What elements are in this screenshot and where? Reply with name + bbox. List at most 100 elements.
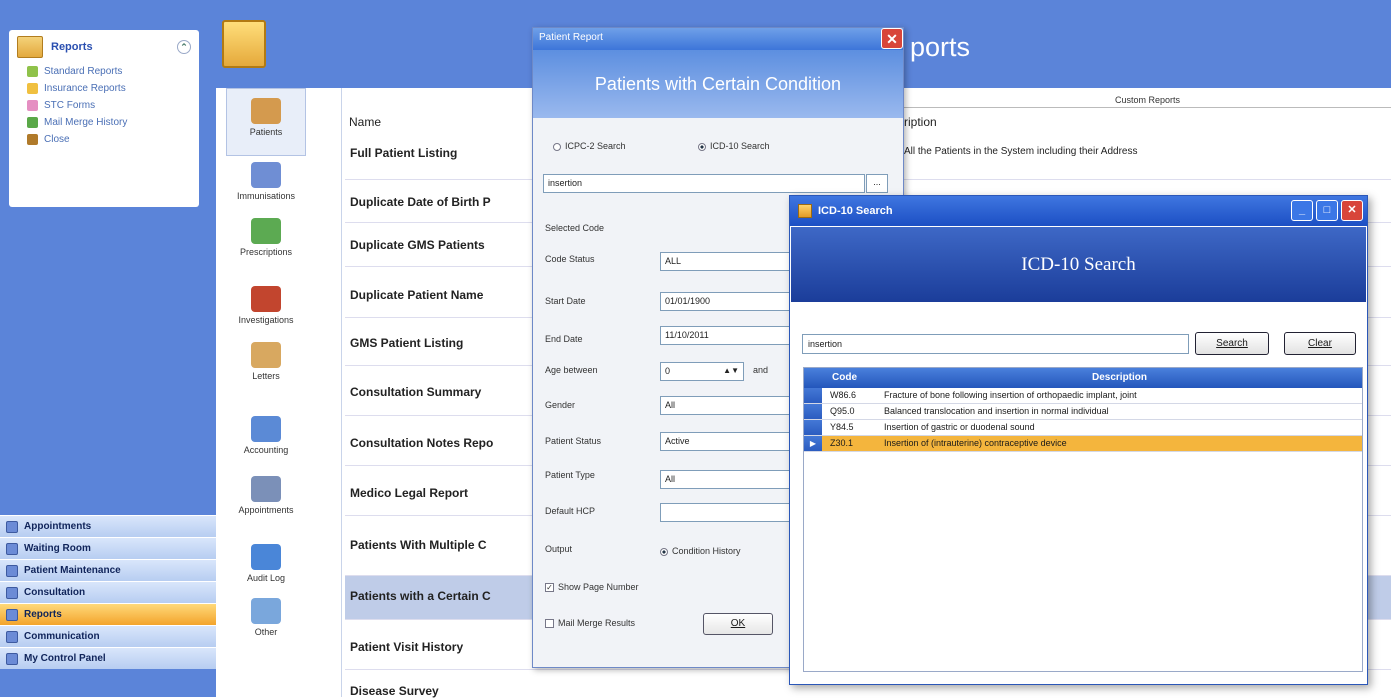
- category-label: Prescriptions: [239, 247, 293, 257]
- nav-patient-maintenance[interactable]: Patient Maintenance: [0, 559, 216, 581]
- collapse-icon[interactable]: ⌃: [177, 39, 191, 54]
- category-label: Immunisations: [236, 191, 296, 201]
- category-patients[interactable]: Patients: [226, 98, 306, 137]
- radio-icd10[interactable]: ICD-10 Search: [698, 141, 770, 151]
- standard-reports-icon: [27, 66, 38, 77]
- column-header-description[interactable]: Description: [1092, 372, 1147, 383]
- gender-select[interactable]: All: [660, 396, 790, 415]
- row-name: Consultation Summary: [350, 385, 482, 399]
- category-investigations[interactable]: Investigations: [226, 286, 306, 325]
- dialog-title: Patient Report: [539, 32, 603, 43]
- nav-my-control-panel[interactable]: My Control Panel: [0, 647, 216, 669]
- radio-icpc2[interactable]: ICPC-2 Search: [553, 141, 626, 151]
- output-condition-history-radio[interactable]: Condition History: [660, 546, 741, 556]
- category-appointments[interactable]: Appointments: [226, 476, 306, 515]
- checkbox-icon: [545, 619, 554, 629]
- category-other[interactable]: Other: [226, 598, 306, 637]
- row-selector[interactable]: [804, 420, 822, 435]
- communication-icon: [6, 630, 18, 643]
- waiting-room-icon: [6, 542, 18, 555]
- nav-waiting-room[interactable]: Waiting Room: [0, 537, 216, 559]
- grid-row[interactable]: Y84.5 Insertion of gastric or duodenal so…: [804, 420, 1362, 436]
- column-header-description[interactable]: ription: [904, 115, 937, 129]
- row-code: Y84.5: [830, 422, 854, 432]
- category-audit-log[interactable]: Audit Log: [226, 544, 306, 583]
- code-status-label: Code Status: [545, 254, 595, 264]
- default-hcp-label: Default HCP: [545, 506, 596, 516]
- category-letters[interactable]: Letters: [226, 342, 306, 381]
- nav-communication[interactable]: Communication: [0, 625, 216, 647]
- row-selector[interactable]: [804, 404, 822, 419]
- nav-consultation[interactable]: Consultation: [0, 581, 216, 603]
- dialog-title: ICD-10 Search: [818, 205, 893, 217]
- column-header-name[interactable]: Name: [349, 115, 381, 129]
- nav-appointments[interactable]: Appointments: [0, 515, 216, 537]
- panel-item-insurance-reports[interactable]: Insurance Reports: [9, 80, 199, 97]
- patients-icon: [251, 98, 281, 124]
- checkbox-label: Mail Merge Results: [558, 618, 636, 628]
- column-header-code[interactable]: Code: [832, 372, 857, 383]
- icd-search-input[interactable]: insertion: [802, 334, 1189, 354]
- grid-row-selected[interactable]: ▶ Z30.1 Insertion of (intrauterine) contra…: [804, 436, 1362, 452]
- icd10-titlebar[interactable]: ICD-10 Search _ □ ✕: [790, 196, 1367, 226]
- category-label: Patients: [249, 127, 283, 137]
- patient-type-select[interactable]: All: [660, 470, 790, 489]
- end-date-field[interactable]: 11/10/2011: [660, 326, 790, 345]
- maximize-icon[interactable]: □: [1316, 200, 1338, 221]
- patient-report-titlebar[interactable]: Patient Report ✕: [533, 28, 903, 50]
- check-mark-icon: [251, 544, 281, 570]
- row-selector[interactable]: [804, 388, 822, 403]
- mail-merge-checkbox[interactable]: Mail Merge Results: [545, 618, 636, 629]
- patient-status-select[interactable]: Active: [660, 432, 790, 451]
- close-icon[interactable]: ✕: [881, 28, 903, 49]
- stepper-arrows-icon[interactable]: ▲▼: [723, 366, 739, 375]
- row-description: Fracture of bone following insertion of …: [884, 390, 1137, 400]
- category-prescriptions[interactable]: Prescriptions: [226, 218, 306, 257]
- investigations-icon: [251, 286, 281, 312]
- code-status-select[interactable]: ALL: [660, 252, 790, 271]
- icd10-search-dialog: ICD-10 Search _ □ ✕ ICD-10 Search insert…: [789, 195, 1368, 685]
- panel-item-label: Standard Reports: [44, 66, 123, 77]
- age-from-stepper[interactable]: 0 ▲▼: [660, 362, 744, 381]
- icd-results-grid: Code Description W86.6 Fracture of bone f…: [803, 367, 1363, 672]
- panel-item-label: Insurance Reports: [44, 83, 126, 94]
- condition-search-input[interactable]: insertion: [543, 174, 865, 193]
- current-row-arrow-icon[interactable]: ▶: [804, 436, 822, 451]
- category-immunisations[interactable]: Immunisations: [226, 162, 306, 201]
- show-page-number-checkbox[interactable]: ✓ Show Page Number: [545, 582, 639, 593]
- panel-item-standard-reports[interactable]: Standard Reports: [9, 63, 199, 80]
- clear-button[interactable]: Clear: [1284, 332, 1356, 355]
- row-description: All the Patients in the System including…: [904, 146, 1138, 157]
- nav-reports[interactable]: Reports: [0, 603, 216, 625]
- grid-row[interactable]: Q95.0 Balanced translocation and insertio…: [804, 404, 1362, 420]
- category-accounting[interactable]: Accounting: [226, 416, 306, 455]
- grid-row[interactable]: W86.6 Fracture of bone following insertio…: [804, 388, 1362, 404]
- row-code: W86.6: [830, 390, 857, 400]
- category-label: Other: [254, 627, 278, 637]
- start-date-field[interactable]: 01/01/1900: [660, 292, 790, 311]
- nav-label: Waiting Room: [24, 543, 91, 554]
- radio-icon: [553, 142, 561, 151]
- prescription-icon: [251, 218, 281, 244]
- consultation-icon: [6, 586, 18, 599]
- search-button[interactable]: Search: [1195, 332, 1269, 355]
- selected-code-label: Selected Code: [545, 223, 605, 233]
- row-description: Insertion of gastric or duodenal sound: [884, 422, 1035, 432]
- ok-button[interactable]: OK: [703, 613, 773, 635]
- minimize-icon[interactable]: _: [1291, 200, 1313, 221]
- panel-item-stc-forms[interactable]: STC Forms: [9, 97, 199, 114]
- panel-item-close[interactable]: Close: [9, 131, 199, 148]
- nav-label: Consultation: [24, 587, 86, 598]
- browse-button[interactable]: ...: [866, 174, 888, 193]
- output-label: Output: [545, 544, 573, 554]
- row-name: Duplicate Patient Name: [350, 288, 484, 302]
- panel-item-mail-merge-history[interactable]: Mail Merge History: [9, 114, 199, 131]
- row-name: Disease Survey: [350, 684, 439, 698]
- category-label: Accounting: [243, 445, 289, 455]
- panel-item-label: STC Forms: [44, 100, 96, 111]
- default-hcp-select[interactable]: [660, 503, 790, 522]
- close-door-icon: [27, 134, 38, 145]
- close-icon[interactable]: ✕: [1341, 200, 1363, 221]
- reports-panel-header[interactable]: Reports ⌃: [9, 30, 199, 63]
- grid-header: Code Description: [804, 368, 1362, 388]
